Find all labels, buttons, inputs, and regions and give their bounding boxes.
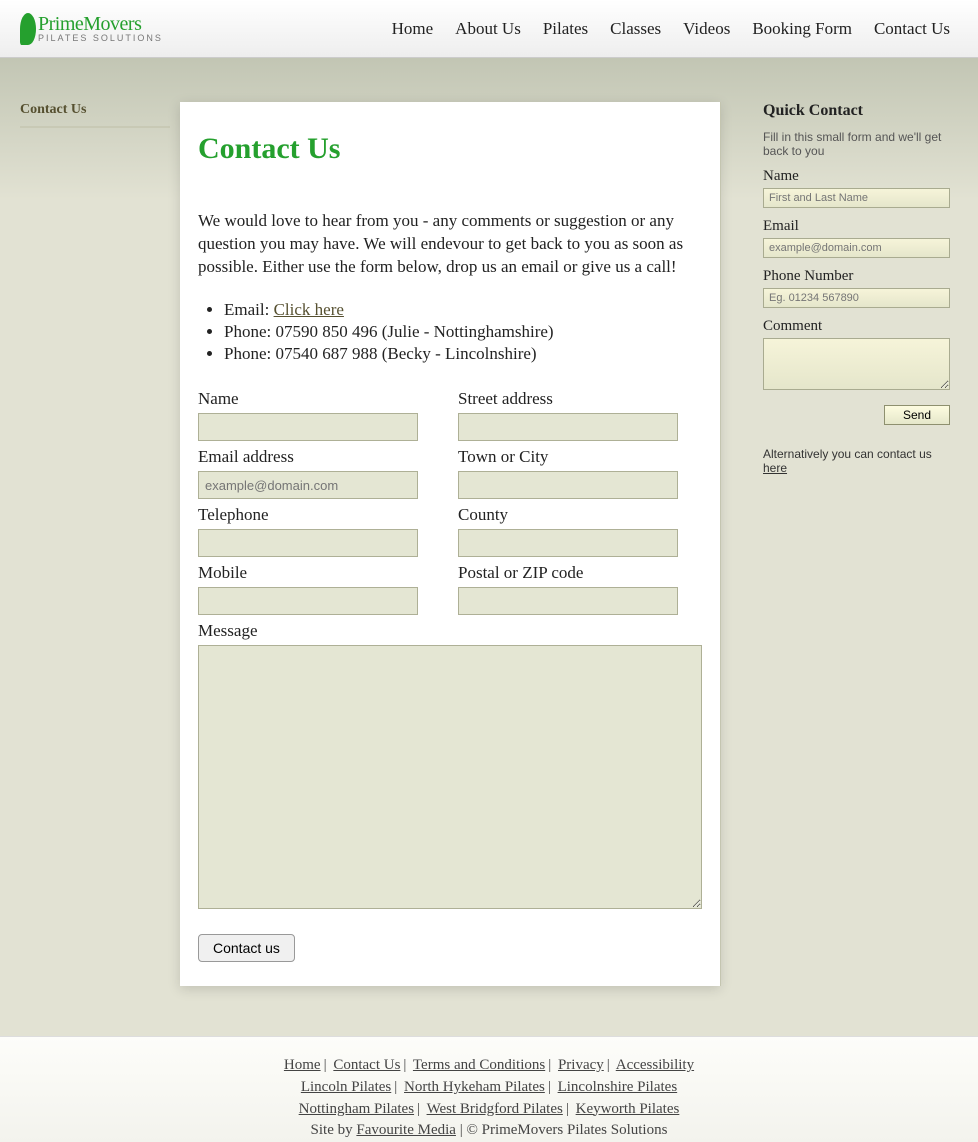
contact-list: Email: Click here Phone: 07590 850 496 (… (198, 299, 702, 365)
logo[interactable]: PrimeMovers PILATES SOLUTIONS (20, 13, 163, 45)
logo-subtitle: PILATES SOLUTIONS (38, 34, 163, 43)
quick-alt: Alternatively you can contact us here (763, 447, 950, 475)
footer: Home| Contact Us| Terms and Conditions| … (0, 1036, 978, 1142)
quick-alt-link[interactable]: here (763, 461, 787, 475)
nav-home[interactable]: Home (392, 19, 434, 39)
town-input[interactable] (458, 471, 678, 499)
mobile-input[interactable] (198, 587, 418, 615)
left-sidebar: Contact Us (20, 102, 180, 986)
send-button[interactable]: Send (884, 405, 950, 425)
zip-input[interactable] (458, 587, 678, 615)
foot-hykeham[interactable]: North Hykeham Pilates (404, 1079, 545, 1095)
qc-label-email: Email (763, 218, 950, 235)
header: PrimeMovers PILATES SOLUTIONS Home About… (0, 0, 978, 58)
label-email: Email address (198, 447, 418, 467)
intro-text: We would love to hear from you - any com… (198, 210, 702, 279)
qc-label-comment: Comment (763, 318, 950, 335)
foot-favourite[interactable]: Favourite Media (356, 1122, 456, 1138)
foot-contact[interactable]: Contact Us (333, 1057, 400, 1073)
logo-text: PrimeMovers (38, 14, 163, 34)
foot-nottingham[interactable]: Nottingham Pilates (299, 1101, 414, 1117)
foot-home[interactable]: Home (284, 1057, 321, 1073)
label-street: Street address (458, 389, 678, 409)
footer-credit: Site by Favourite Media | © PrimeMovers … (0, 1120, 978, 1142)
qc-comment-input[interactable] (763, 338, 950, 390)
page-title: Contact Us (198, 132, 702, 166)
foot-lincolnshire[interactable]: Lincolnshire Pilates (558, 1079, 678, 1095)
qc-label-phone: Phone Number (763, 268, 950, 285)
label-county: County (458, 505, 678, 525)
contact-form: Name Email address Telephone Mobile Stre… (198, 389, 702, 920)
footer-row3: Nottingham Pilates| West Bridgford Pilat… (0, 1099, 978, 1121)
contact-us-button[interactable]: Contact us (198, 934, 295, 962)
quick-sub: Fill in this small form and we'll get ba… (763, 130, 950, 158)
label-telephone: Telephone (198, 505, 418, 525)
label-mobile: Mobile (198, 563, 418, 583)
main-nav: Home About Us Pilates Classes Videos Boo… (392, 19, 958, 39)
street-input[interactable] (458, 413, 678, 441)
contact-email: Email: Click here (224, 299, 702, 321)
sidebar-title: Contact Us (20, 102, 170, 128)
foot-terms[interactable]: Terms and Conditions (413, 1057, 545, 1073)
name-input[interactable] (198, 413, 418, 441)
right-sidebar: Quick Contact Fill in this small form an… (720, 102, 950, 986)
logo-icon (20, 13, 36, 45)
nav-pilates[interactable]: Pilates (543, 19, 588, 39)
email-input[interactable] (198, 471, 418, 499)
qc-phone-input[interactable] (763, 288, 950, 308)
telephone-input[interactable] (198, 529, 418, 557)
label-message: Message (198, 621, 702, 641)
nav-about[interactable]: About Us (455, 19, 521, 39)
qc-email-input[interactable] (763, 238, 950, 258)
label-zip: Postal or ZIP code (458, 563, 678, 583)
foot-westbridgford[interactable]: West Bridgford Pilates (427, 1101, 563, 1117)
contact-phone1: Phone: 07590 850 496 (Julie - Nottingham… (224, 321, 702, 343)
contact-phone2: Phone: 07540 687 988 (Becky - Lincolnshi… (224, 343, 702, 365)
foot-keyworth[interactable]: Keyworth Pilates (576, 1101, 680, 1117)
county-input[interactable] (458, 529, 678, 557)
nav-booking[interactable]: Booking Form (752, 19, 852, 39)
foot-privacy[interactable]: Privacy (558, 1057, 604, 1073)
main-content: Contact Us We would love to hear from yo… (180, 102, 720, 986)
nav-videos[interactable]: Videos (683, 19, 730, 39)
foot-lincoln[interactable]: Lincoln Pilates (301, 1079, 391, 1095)
message-input[interactable] (198, 645, 702, 909)
label-name: Name (198, 389, 418, 409)
nav-contact[interactable]: Contact Us (874, 19, 950, 39)
email-link[interactable]: Click here (274, 300, 344, 319)
footer-row1: Home| Contact Us| Terms and Conditions| … (0, 1055, 978, 1077)
quick-title: Quick Contact (763, 102, 950, 120)
foot-access[interactable]: Accessibility (616, 1057, 694, 1073)
label-town: Town or City (458, 447, 678, 467)
qc-label-name: Name (763, 168, 950, 185)
qc-name-input[interactable] (763, 188, 950, 208)
nav-classes[interactable]: Classes (610, 19, 661, 39)
footer-row2: Lincoln Pilates| North Hykeham Pilates| … (0, 1077, 978, 1099)
